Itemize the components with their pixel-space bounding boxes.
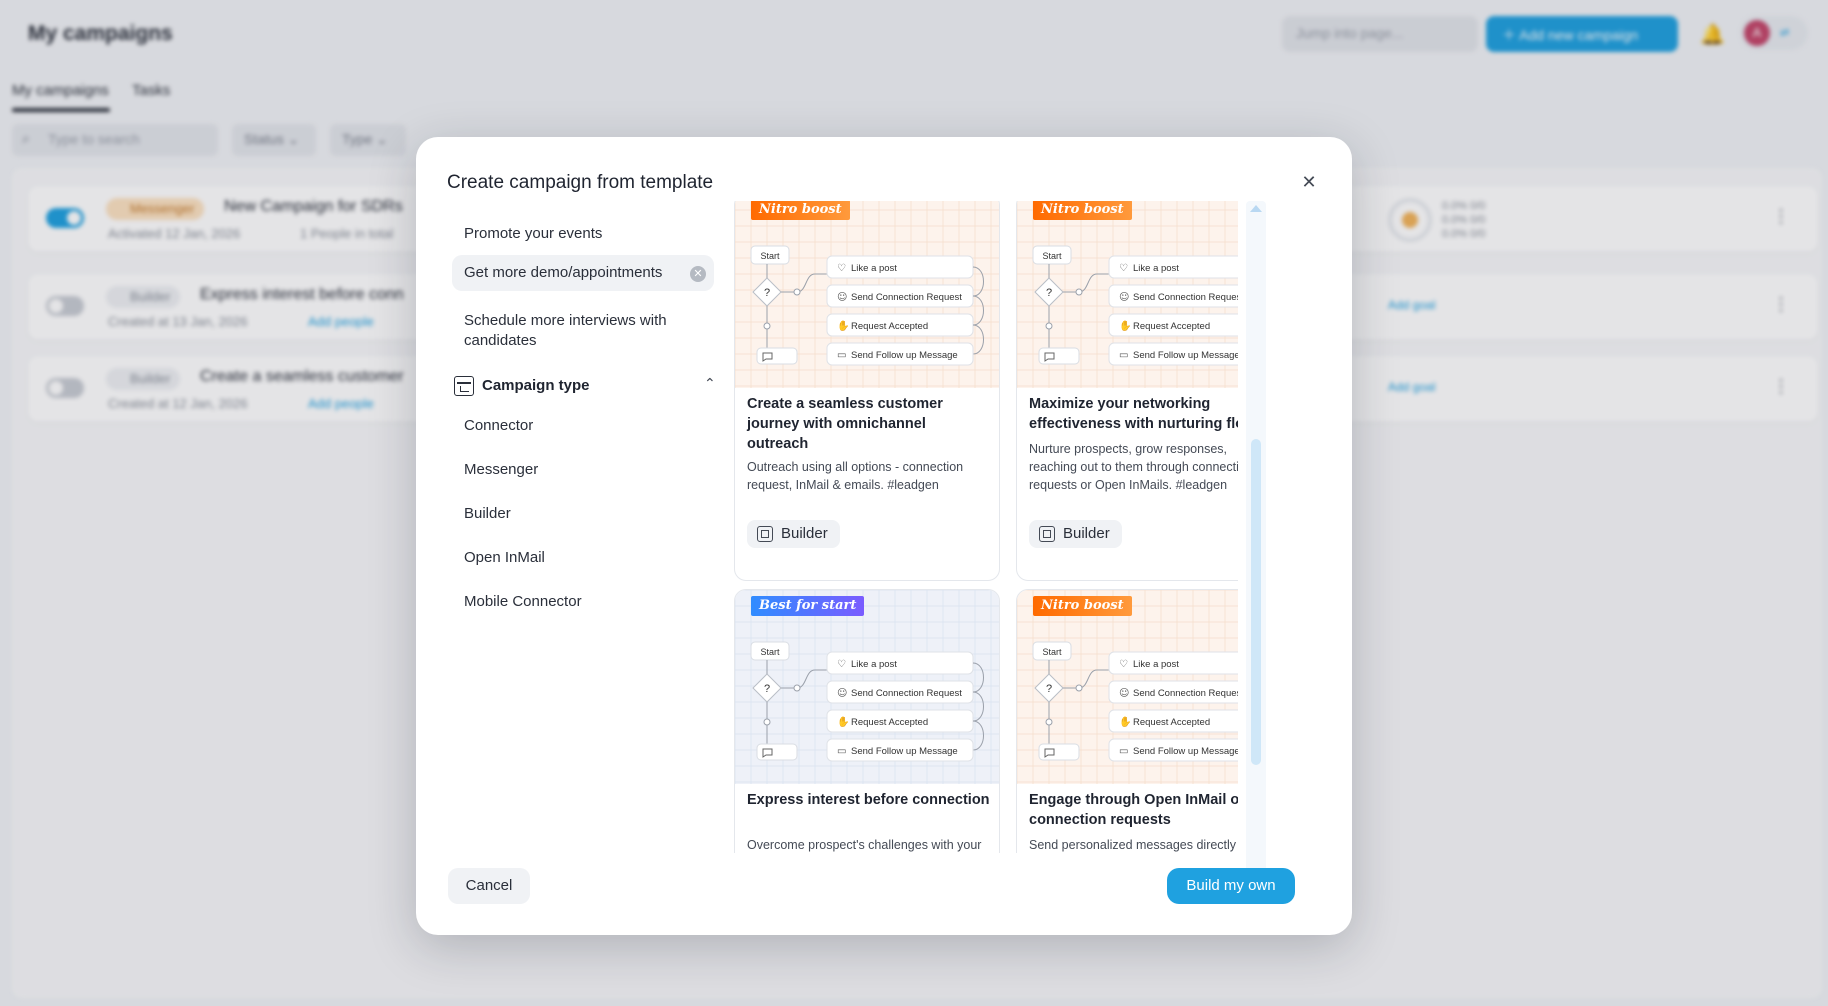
- template-card[interactable]: Start? ♡ Like a post ☺ Send Connection Reque…: [734, 589, 1000, 853]
- template-card[interactable]: Start? ♡ Like a post ☺ Send Connection Reque…: [1016, 589, 1238, 853]
- flow-connect-label: Send Connection Request: [1133, 688, 1238, 699]
- best-for-start-badge: Best for start: [751, 596, 865, 616]
- flow-diagram: Start? ♡ Like a post ☺ Send Connection Reque…: [735, 590, 999, 784]
- flow-preview: Start? ♡ Like a post ☺ Send Connection Reque…: [1017, 201, 1238, 388]
- flow-step-icon: ☺: [837, 292, 847, 303]
- flow-step-icon: ♡: [1119, 263, 1128, 274]
- flow-connect-label: Send Connection Request: [851, 292, 962, 303]
- builder-icon: [757, 526, 773, 542]
- flow-step-icon: ☺: [837, 688, 847, 699]
- flow-decision-label: ?: [1046, 683, 1052, 695]
- goal-item[interactable]: Promote your events: [452, 216, 714, 252]
- card-type-label: Builder: [1063, 525, 1110, 542]
- scroll-up-icon[interactable]: [1250, 205, 1262, 212]
- flow-accepted-label: Request Accepted: [1133, 717, 1210, 728]
- flow-preview: Start? ♡ Like a post ☺ Send Connection Reque…: [1017, 590, 1238, 784]
- card-title: Create a seamless customer journey with …: [747, 396, 943, 452]
- flow-decision-label: ?: [1046, 287, 1052, 299]
- flow-step-icon: ☺: [1119, 688, 1129, 699]
- flow-like-label: Like a post: [1133, 659, 1179, 670]
- flow-start-label: Start: [760, 251, 780, 261]
- flow-diagram: Start? ♡ Like a post ☺ Send Connection Reque…: [735, 201, 999, 388]
- type-item-mobile-connector[interactable]: Mobile Connector: [452, 584, 714, 620]
- flow-decision-label: ?: [764, 287, 770, 299]
- flow-followup-label: Send Follow up Message: [1133, 746, 1238, 757]
- flow-step-icon: ✋: [1119, 715, 1131, 728]
- build-my-own-button[interactable]: Build my own: [1167, 868, 1295, 904]
- template-card[interactable]: Start? ♡ Like a post ☺ Send Connection Reque…: [1016, 201, 1238, 581]
- flow-followup-label: Send Follow up Message: [851, 350, 958, 361]
- flow-decision-label: ?: [764, 683, 770, 695]
- card-type-chip: Builder: [747, 520, 840, 548]
- flow-diagram: Start? ♡ Like a post ☺ Send Connection Reque…: [1017, 590, 1238, 784]
- type-item-messenger[interactable]: Messenger: [452, 452, 714, 488]
- flow-step-icon: ▭: [837, 350, 846, 361]
- dialog-title: Create campaign from template: [447, 172, 714, 193]
- chevron-up-icon[interactable]: ⌃: [704, 375, 716, 392]
- flow-step-icon: ☺: [1119, 292, 1129, 303]
- goal-item-selected[interactable]: Get more demo/appointments ✕: [452, 255, 714, 291]
- close-icon[interactable]: ✕: [1298, 171, 1320, 193]
- flow-step-icon: ▭: [1119, 746, 1128, 757]
- goal-item-label: Get more demo/appointments: [464, 264, 663, 281]
- flow-diagram: Start? ♡ Like a post ☺ Send Connection Reque…: [1017, 201, 1238, 388]
- type-item-connector[interactable]: Connector: [452, 408, 714, 444]
- flow-accepted-label: Request Accepted: [1133, 321, 1210, 332]
- flow-start-label: Start: [1042, 251, 1062, 261]
- campaign-type-icon: [454, 376, 474, 396]
- template-card[interactable]: Start? ♡ Like a post ☺ Send Connection Reque…: [734, 201, 1000, 581]
- card-type-chip: Builder: [1029, 520, 1122, 548]
- flow-start-label: Start: [760, 647, 780, 657]
- clear-filter-icon[interactable]: ✕: [690, 266, 706, 282]
- card-title: Engage through Open InMail or connection…: [1029, 792, 1238, 828]
- nitro-badge: Nitro boost: [1033, 596, 1132, 616]
- card-description: Nurture prospects, grow responses, reach…: [1029, 442, 1238, 492]
- template-grid: Start? ♡ Like a post ☺ Send Connection Reque…: [734, 201, 1238, 853]
- cancel-button[interactable]: Cancel: [448, 868, 530, 904]
- flow-step-icon: ✋: [1119, 319, 1131, 332]
- nitro-badge: Nitro boost: [1033, 201, 1132, 220]
- card-description: Outreach using all options - connection …: [747, 460, 964, 492]
- flow-followup-label: Send Follow up Message: [1133, 350, 1238, 361]
- flow-step-icon: ✋: [837, 319, 849, 332]
- create-campaign-dialog: Create campaign from template ✕ Promote …: [416, 137, 1352, 935]
- flow-step-icon: ♡: [837, 263, 846, 274]
- flow-like-label: Like a post: [1133, 263, 1179, 274]
- flow-accepted-label: Request Accepted: [851, 321, 928, 332]
- flow-preview: Start? ♡ Like a post ☺ Send Connection Reque…: [735, 201, 999, 388]
- card-type-label: Builder: [781, 525, 828, 542]
- flow-preview: Start? ♡ Like a post ☺ Send Connection Reque…: [735, 590, 999, 784]
- campaign-type-section: Campaign type ⌃: [454, 375, 716, 399]
- flow-step-icon: ♡: [1119, 659, 1128, 670]
- card-description: Send personalized messages directly to: [1029, 838, 1238, 852]
- flow-connect-label: Send Connection Request: [851, 688, 962, 699]
- section-heading: Campaign type: [482, 377, 590, 394]
- card-title: Express interest before connection: [747, 792, 990, 808]
- type-item-open-inmail[interactable]: Open InMail: [452, 540, 714, 576]
- grid-scrollbar[interactable]: [1246, 201, 1266, 901]
- flow-like-label: Like a post: [851, 659, 897, 670]
- builder-icon: [1039, 526, 1055, 542]
- flow-step-icon: ♡: [837, 659, 846, 670]
- card-description: Overcome prospect's challenges with your: [747, 838, 982, 852]
- flow-connect-label: Send Connection Request: [1133, 292, 1238, 303]
- flow-step-icon: ▭: [837, 746, 846, 757]
- flow-step-icon: ▭: [1119, 350, 1128, 361]
- card-title: Maximize your networking effectiveness w…: [1029, 396, 1238, 432]
- flow-followup-label: Send Follow up Message: [851, 746, 958, 757]
- scrollbar-thumb[interactable]: [1251, 439, 1261, 765]
- flow-start-label: Start: [1042, 647, 1062, 657]
- flow-step-icon: ✋: [837, 715, 849, 728]
- goal-item[interactable]: Schedule more interviews with candidates: [452, 303, 714, 359]
- type-item-builder[interactable]: Builder: [452, 496, 714, 532]
- nitro-badge: Nitro boost: [751, 201, 850, 220]
- flow-accepted-label: Request Accepted: [851, 717, 928, 728]
- flow-like-label: Like a post: [851, 263, 897, 274]
